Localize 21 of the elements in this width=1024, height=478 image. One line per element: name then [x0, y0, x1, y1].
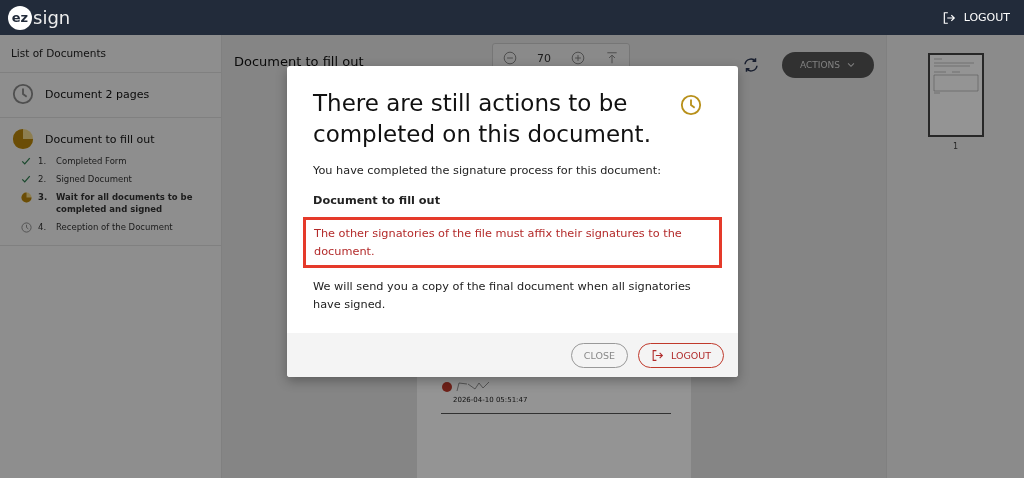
logout-button[interactable]: LOGOUT [941, 10, 1010, 25]
step-label: Reception of the Document [56, 221, 174, 234]
step-label: Completed Form [56, 156, 128, 168]
document-name: Document to fill out [313, 192, 442, 209]
page-number: 1 [952, 142, 959, 151]
step-number: 4. [38, 221, 48, 232]
document-name: Document 2 pages [45, 87, 150, 101]
warning-message: The other signatories of the file must affix their signatures to the document. [303, 217, 722, 269]
step-number: 3. [38, 191, 49, 202]
step-number: 1. [38, 156, 48, 166]
dialog-title: There are still actions to be completed on this document. [313, 89, 652, 150]
step-label: Signed Document [56, 173, 133, 186]
zoom-value: 70 [537, 51, 551, 65]
step-label: Wait for all documents to be completed and signed [56, 191, 194, 216]
ezsign-logo: ez sign [8, 5, 71, 30]
dialog-text: We will send you a copy of the final document when all signatories have signed. [313, 279, 692, 313]
document-name: Document to fill out [45, 132, 155, 146]
dialog-text: You have completed the signature process for this document: [313, 163, 662, 180]
step-number: 2. [38, 173, 48, 184]
document-title: Document to fill out [234, 53, 365, 69]
actions-button[interactable]: ACTIONS [782, 52, 874, 78]
